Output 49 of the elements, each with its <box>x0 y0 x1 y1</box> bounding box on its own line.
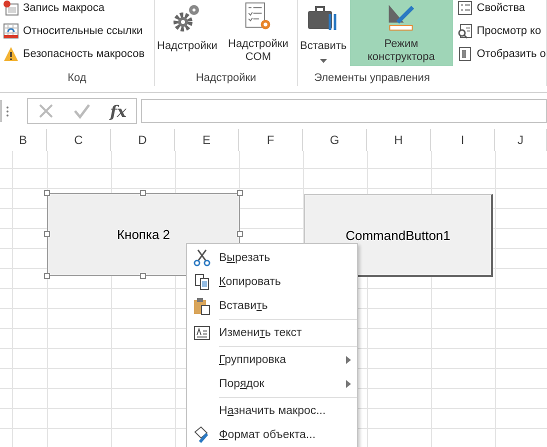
grid-arrow-icon <box>3 22 19 38</box>
ribbon-button[interactable]: Запись макроса <box>1 0 147 18</box>
ribbon-button[interactable]: Просмотр ко <box>454 20 545 41</box>
ribbon-button[interactable]: Режим конструктора <box>350 0 453 66</box>
menu-item[interactable]: Вставить <box>187 294 357 318</box>
menu-item[interactable]: Порядок <box>187 372 357 396</box>
clipboard-icon <box>193 297 211 315</box>
ribbon-button[interactable]: Надстройки <box>156 0 218 66</box>
cancel-icon[interactable] <box>38 103 54 119</box>
selection-handle[interactable] <box>140 190 146 196</box>
ribbon-button[interactable]: Безопасность макросов <box>1 43 147 64</box>
menu-item[interactable]: Формат объекта... <box>187 423 357 447</box>
group-label: Код <box>66 71 88 86</box>
selection-handle[interactable] <box>44 231 50 237</box>
group-label: Элементы управления <box>313 71 431 86</box>
insert-function-button[interactable]: fx <box>110 102 126 120</box>
checkmark-icon[interactable] <box>72 103 91 119</box>
dialog-icon <box>456 46 473 62</box>
selection-handle[interactable] <box>237 231 243 237</box>
column-header[interactable]: H <box>367 129 431 151</box>
ribbon-button[interactable]: Свойства <box>454 0 545 18</box>
formula-field[interactable] <box>141 99 547 123</box>
column-header[interactable]: D <box>111 129 175 151</box>
menu-item[interactable]: Группировка <box>187 348 357 372</box>
column-header[interactable]: C <box>47 129 111 151</box>
ribbon-button[interactable]: Отобразить о <box>454 43 545 64</box>
warning-icon <box>3 46 19 62</box>
column-header[interactable]: E <box>175 129 239 151</box>
ribbon-button[interactable]: Вставить <box>299 0 348 66</box>
ribbon-button[interactable]: Надстройки COM <box>220 0 296 66</box>
column-header[interactable]: G <box>303 129 367 151</box>
column-header[interactable]: F <box>239 129 303 151</box>
scissors-icon <box>193 249 211 267</box>
menu-item[interactable]: Назначить макрос... <box>187 399 357 423</box>
column-header[interactable]: J <box>495 129 547 151</box>
paint-brush-icon <box>193 426 211 444</box>
view-code-icon <box>456 22 473 38</box>
menu-item[interactable]: Изменить текст <box>187 321 357 345</box>
selection-handle[interactable] <box>44 190 50 196</box>
copy-icon <box>193 273 211 291</box>
ribbon-button[interactable]: Относительные ссылки <box>1 20 147 41</box>
column-header[interactable]: B <box>0 129 47 151</box>
more-icon[interactable] <box>6 106 9 116</box>
text-box-icon <box>193 324 211 342</box>
selection-handle[interactable] <box>44 273 50 279</box>
column-header[interactable]: I <box>431 129 495 151</box>
selection-handle[interactable] <box>140 273 146 279</box>
group-label: Надстройки <box>194 71 258 86</box>
selection-handle[interactable] <box>237 190 243 196</box>
